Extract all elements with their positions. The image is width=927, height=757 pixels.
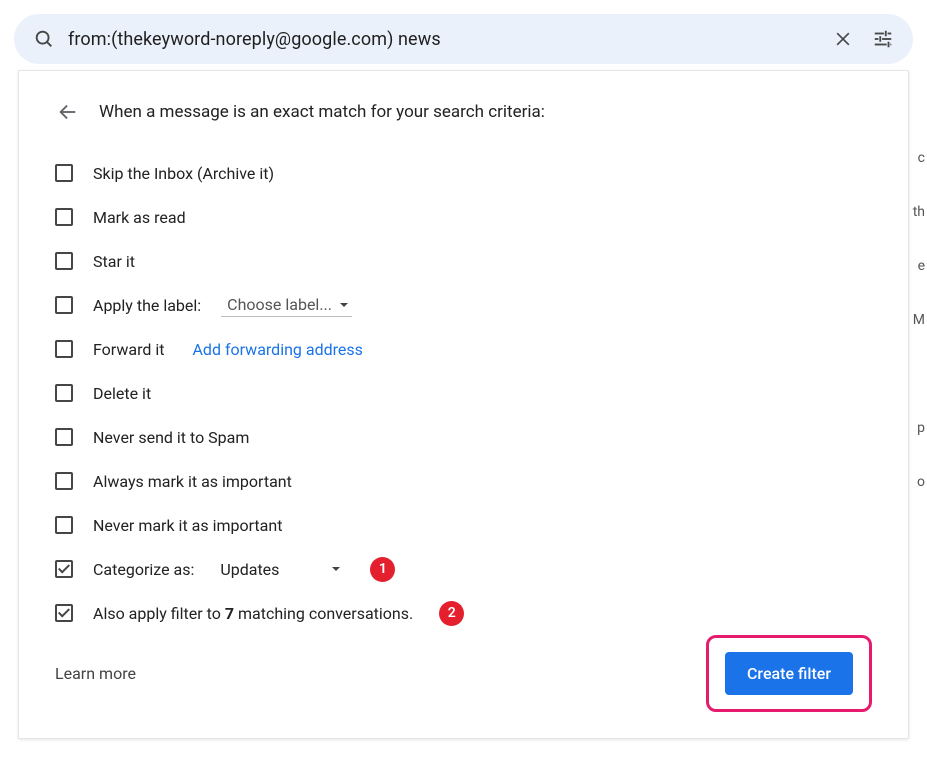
background-partial-text: c th e M p o [913,150,927,492]
search-options-icon[interactable] [863,19,903,59]
label-never-important: Never mark it as important [93,516,282,535]
checkbox-also-apply[interactable] [55,604,73,622]
panel-header: When a message is an exact match for you… [55,99,872,125]
option-never-important: Never mark it as important [55,503,872,547]
learn-more-link[interactable]: Learn more [55,664,136,683]
clear-search-icon[interactable] [823,19,863,59]
select-apply-label[interactable]: Choose label... [221,293,352,317]
label-skip-inbox: Skip the Inbox (Archive it) [93,164,274,183]
option-never-spam: Never send it to Spam [55,415,872,459]
checkbox-mark-read[interactable] [55,208,73,226]
search-icon[interactable] [24,19,64,59]
label-also-apply: Also apply filter to 7 matching conversa… [93,604,413,623]
checkbox-categorize[interactable] [55,560,73,578]
caret-down-icon [332,567,340,571]
option-also-apply: Also apply filter to 7 matching conversa… [55,591,872,635]
checkbox-delete[interactable] [55,384,73,402]
option-mark-read: Mark as read [55,195,872,239]
label-apply-label: Apply the label: [93,296,201,315]
option-forward: Forward it Add forwarding address [55,327,872,371]
panel-footer: Learn more Create filter [55,635,872,712]
create-filter-button[interactable]: Create filter [725,652,853,695]
select-categorize-text: Updates [220,560,279,579]
annotation-badge-2: 2 [439,601,464,626]
option-skip-inbox: Skip the Inbox (Archive it) [55,151,872,195]
option-apply-label: Apply the label: Choose label... [55,283,872,327]
panel-title: When a message is an exact match for you… [99,102,545,122]
checkbox-forward[interactable] [55,340,73,358]
option-categorize: Categorize as: Updates 1 [55,547,872,591]
option-star: Star it [55,239,872,283]
option-delete: Delete it [55,371,872,415]
label-mark-read: Mark as read [93,208,186,227]
search-query[interactable]: from:(thekeyword-noreply@google.com) new… [64,29,823,50]
back-arrow-icon[interactable] [55,99,81,125]
checkbox-apply-label[interactable] [55,296,73,314]
label-forward: Forward it [93,340,164,359]
select-apply-label-text: Choose label... [227,295,332,314]
annotation-highlight-box: Create filter [706,635,872,712]
checkbox-never-important[interactable] [55,516,73,534]
search-bar: from:(thekeyword-noreply@google.com) new… [14,14,913,64]
filter-panel: When a message is an exact match for you… [18,70,909,739]
select-categorize[interactable]: Updates [214,558,344,581]
label-delete: Delete it [93,384,151,403]
option-always-important: Always mark it as important [55,459,872,503]
checkbox-star[interactable] [55,252,73,270]
checkbox-never-spam[interactable] [55,428,73,446]
annotation-badge-1: 1 [370,557,395,582]
checkbox-always-important[interactable] [55,472,73,490]
link-add-forwarding[interactable]: Add forwarding address [192,340,362,359]
label-star: Star it [93,252,135,271]
caret-down-icon [340,303,348,307]
label-categorize: Categorize as: [93,560,194,579]
checkbox-skip-inbox[interactable] [55,164,73,182]
label-always-important: Always mark it as important [93,472,292,491]
label-never-spam: Never send it to Spam [93,428,249,447]
